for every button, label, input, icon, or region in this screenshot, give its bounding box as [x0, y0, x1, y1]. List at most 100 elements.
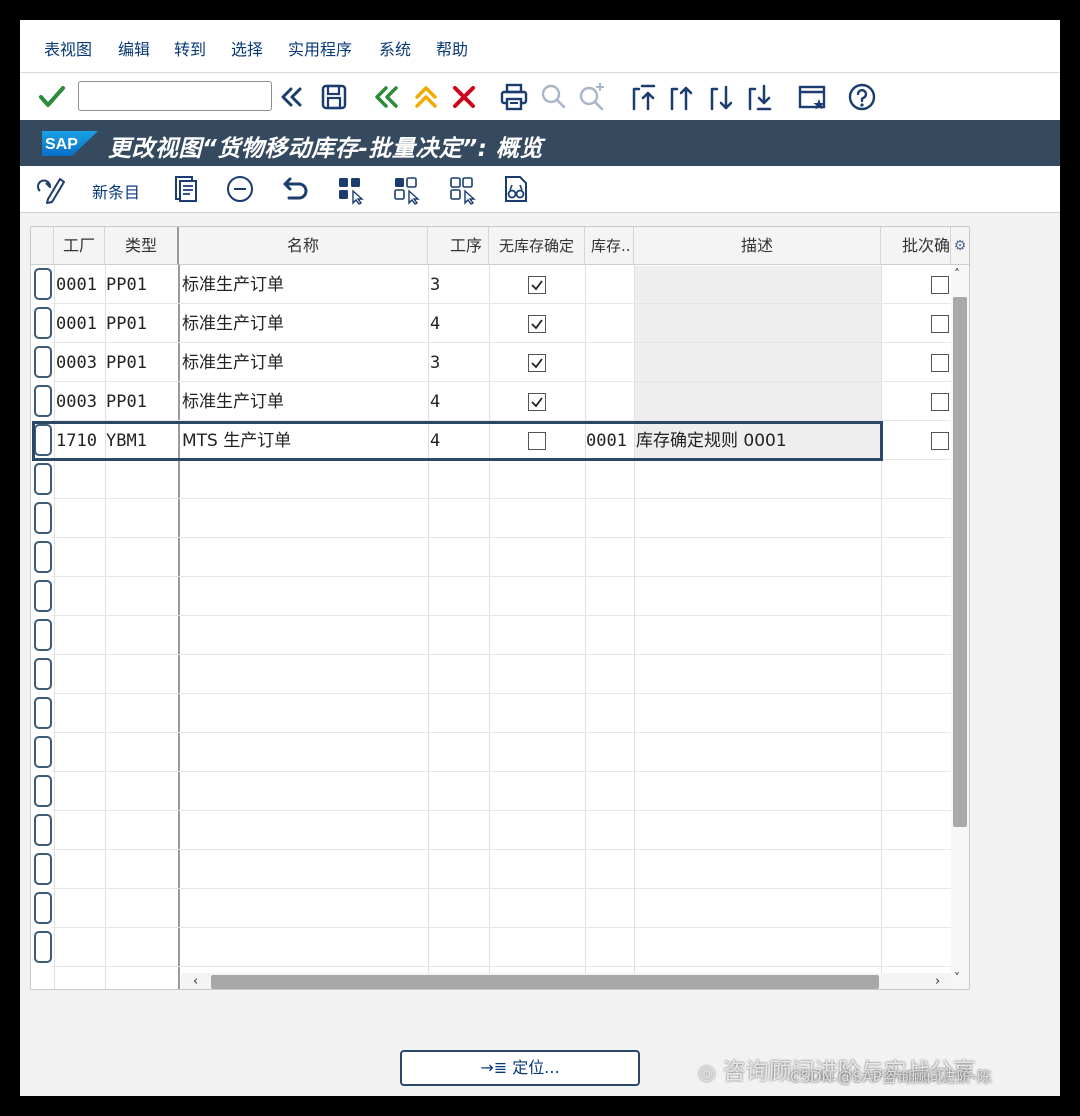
- cancel-icon[interactable]: [446, 79, 482, 115]
- checkbox-no-stock[interactable]: [528, 276, 546, 294]
- scroll-right-icon[interactable]: ›: [935, 973, 940, 989]
- cell-step[interactable]: 4: [430, 305, 440, 343]
- row-selector[interactable]: [34, 346, 52, 378]
- enter-icon[interactable]: [34, 79, 70, 115]
- change-display-icon[interactable]: [36, 173, 68, 205]
- first-page-icon[interactable]: [626, 79, 662, 115]
- cell-step[interactable]: 4: [430, 383, 440, 421]
- wechat-icon: ◎: [698, 1060, 716, 1084]
- row-selector[interactable]: [34, 619, 52, 651]
- row-line: [52, 771, 952, 772]
- print-icon[interactable]: [496, 79, 532, 115]
- cell-plant[interactable]: 0001: [56, 266, 97, 304]
- row-selector[interactable]: [34, 736, 52, 768]
- column-header-type[interactable]: 类型: [105, 227, 179, 265]
- menu-system[interactable]: 系统: [379, 36, 411, 60]
- cell-type[interactable]: PP01: [106, 305, 147, 343]
- column-header-batch[interactable]: 批次确: [881, 227, 951, 265]
- print-preview-icon[interactable]: [500, 173, 532, 205]
- row-selector[interactable]: [34, 853, 52, 885]
- checkbox-no-stock[interactable]: [528, 393, 546, 411]
- back-icon[interactable]: [368, 79, 404, 115]
- column-header-name[interactable]: 名称: [179, 227, 428, 265]
- cell-plant[interactable]: 0003: [56, 383, 97, 421]
- scroll-down-icon[interactable]: ˅: [954, 971, 960, 985]
- checkbox-no-stock[interactable]: [528, 354, 546, 372]
- copy-icon[interactable]: [170, 173, 202, 205]
- previous-page-icon[interactable]: [664, 79, 700, 115]
- checkbox-batch[interactable]: [931, 315, 949, 333]
- next-page-icon[interactable]: [704, 79, 740, 115]
- back-arrows-icon[interactable]: [274, 79, 310, 115]
- command-field[interactable]: [78, 81, 272, 111]
- menu-goto[interactable]: 转到: [174, 36, 206, 60]
- scroll-up-icon[interactable]: ˄: [954, 267, 960, 281]
- row-selector[interactable]: [34, 385, 52, 417]
- row-selector[interactable]: [34, 892, 52, 924]
- delete-icon[interactable]: [224, 173, 256, 205]
- find-next-icon: [574, 79, 610, 115]
- watermark-credit: CSDN @SAP咨询顾问进阶-陈: [790, 1068, 993, 1086]
- cell-plant[interactable]: 0001: [56, 305, 97, 343]
- row-selector[interactable]: [34, 697, 52, 729]
- select-block-icon[interactable]: [390, 173, 422, 205]
- row-selector[interactable]: [34, 463, 52, 495]
- standard-toolbar: [20, 73, 1060, 120]
- row-selector[interactable]: [34, 814, 52, 846]
- horizontal-scroll-thumb[interactable]: [211, 975, 879, 989]
- column-header-stock[interactable]: 库存..: [585, 227, 634, 265]
- new-session-icon[interactable]: [794, 79, 830, 115]
- help-icon[interactable]: [844, 79, 880, 115]
- menu-help[interactable]: 帮助: [436, 36, 468, 60]
- position-button[interactable]: →≣ 定位...: [400, 1050, 640, 1086]
- exit-icon[interactable]: [408, 79, 444, 115]
- checkbox-no-stock[interactable]: [528, 315, 546, 333]
- column-header-description[interactable]: 描述: [634, 227, 881, 265]
- row-selector[interactable]: [34, 307, 52, 339]
- menu-edit[interactable]: 编辑: [118, 36, 150, 60]
- row-line: [52, 888, 952, 889]
- readonly-cells: [635, 266, 881, 421]
- scroll-left-icon[interactable]: ‹: [193, 973, 198, 989]
- column-header-no-stock[interactable]: 无库存确定: [489, 227, 585, 265]
- row-line: [52, 576, 952, 577]
- deselect-all-icon[interactable]: [446, 173, 478, 205]
- row-selector[interactable]: [34, 580, 52, 612]
- column-header-plant[interactable]: 工厂: [54, 227, 105, 265]
- row-selector[interactable]: [34, 931, 52, 963]
- vertical-scroll-thumb[interactable]: [953, 297, 967, 827]
- cell-step[interactable]: 3: [430, 266, 440, 304]
- undo-icon[interactable]: [280, 173, 312, 205]
- menu-utilities[interactable]: 实用程序: [288, 36, 352, 60]
- row-selector[interactable]: [34, 775, 52, 807]
- sap-logo: SAP: [42, 131, 98, 156]
- select-all-icon[interactable]: [334, 173, 366, 205]
- menu-select[interactable]: 选择: [231, 36, 263, 60]
- grid-line: [178, 265, 180, 989]
- cell-name: 标准生产订单: [182, 314, 284, 334]
- row-selector[interactable]: [34, 658, 52, 690]
- last-page-icon[interactable]: [742, 79, 778, 115]
- new-entries-button[interactable]: 新条目: [92, 179, 140, 203]
- find-icon: [536, 79, 572, 115]
- save-icon[interactable]: [316, 79, 352, 115]
- cell-type[interactable]: PP01: [106, 344, 147, 382]
- row-selector[interactable]: [34, 541, 52, 573]
- horizontal-scrollbar[interactable]: ‹ ›: [181, 973, 951, 989]
- table-settings-icon[interactable]: ⚙: [951, 227, 969, 265]
- grid-line: [585, 265, 586, 989]
- select-all-header[interactable]: [31, 227, 54, 265]
- checkbox-batch[interactable]: [931, 393, 949, 411]
- cell-type[interactable]: PP01: [106, 383, 147, 421]
- row-selector[interactable]: [34, 268, 52, 300]
- checkbox-batch[interactable]: [931, 276, 949, 294]
- cell-type[interactable]: PP01: [106, 266, 147, 304]
- cell-step[interactable]: 3: [430, 344, 440, 382]
- menu-table-view[interactable]: 表视图: [44, 36, 92, 60]
- row-selector[interactable]: [34, 502, 52, 534]
- vertical-scrollbar[interactable]: ˄ ˅: [951, 265, 969, 989]
- cell-plant[interactable]: 0003: [56, 344, 97, 382]
- checkbox-batch[interactable]: [931, 354, 949, 372]
- column-header-step[interactable]: 工序: [428, 227, 489, 265]
- checkbox-batch[interactable]: [931, 432, 949, 450]
